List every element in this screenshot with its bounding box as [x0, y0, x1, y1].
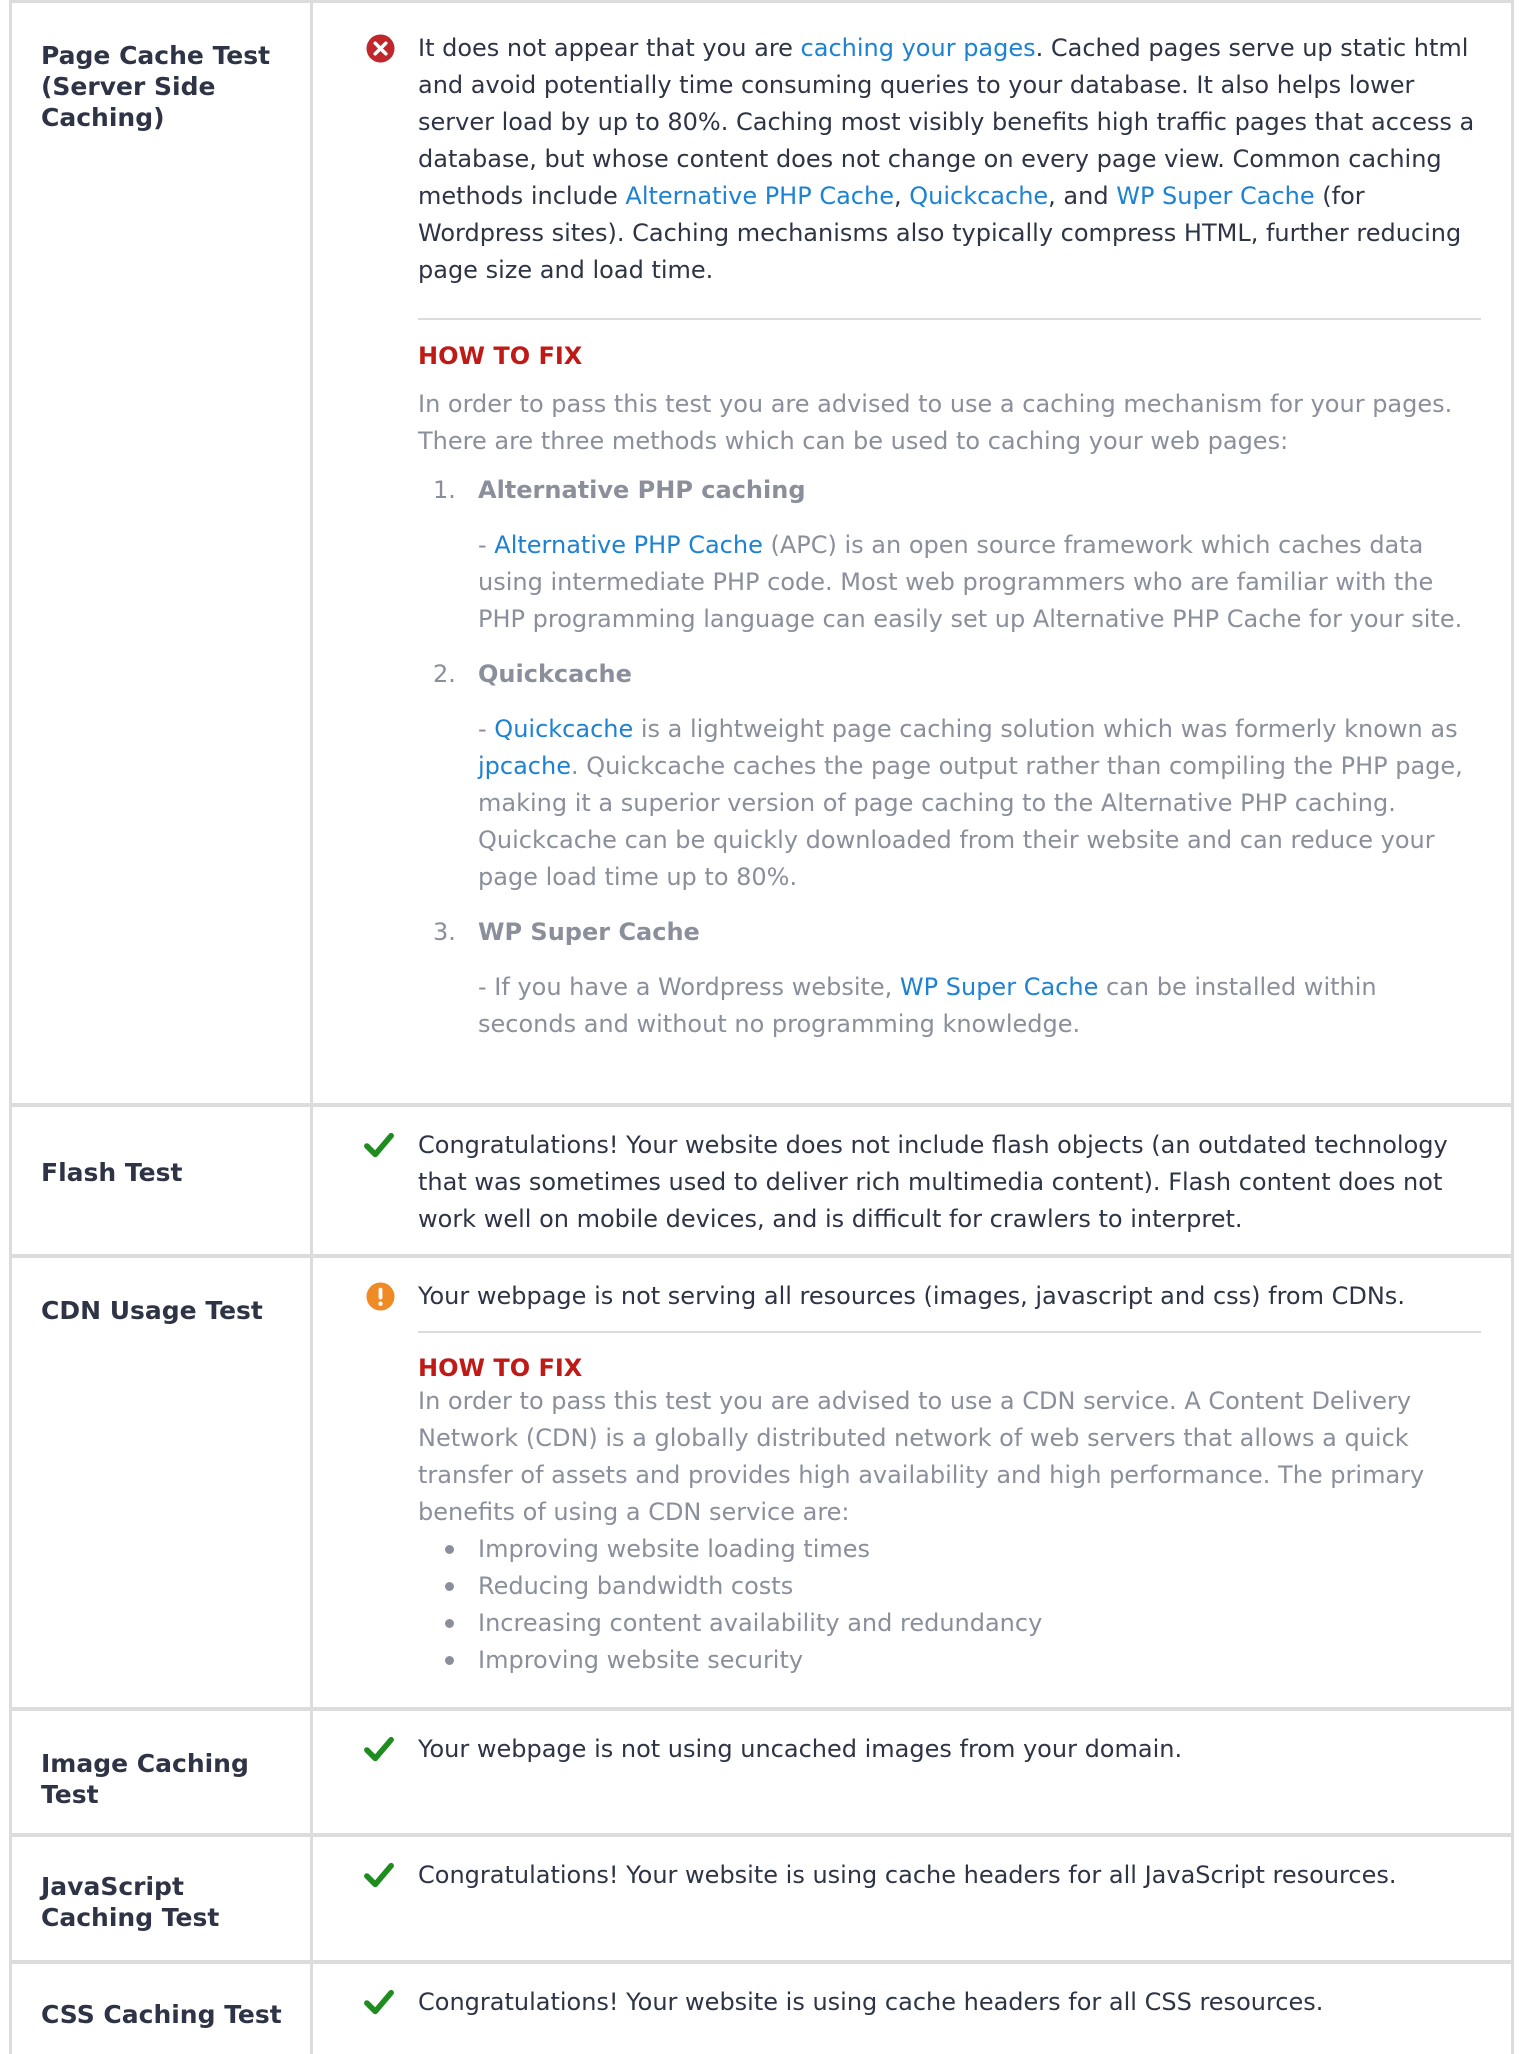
row-content-image-caching: Your webpage is not using uncached image…: [313, 1711, 1511, 1833]
seo-report-table: Page Cache Test (Server Side Caching) It…: [9, 0, 1514, 2054]
exclamation-circle-icon: [366, 1282, 395, 1311]
row-label-text: Page Cache Test (Server Side Caching): [41, 41, 271, 132]
row-label-flash: Flash Test: [12, 1107, 313, 1254]
result-message: Congratulations! Your website is using c…: [339, 1984, 1481, 2021]
result-message: It does not appear that you are caching …: [339, 30, 1481, 289]
row-label-image-caching: Image Caching Test: [12, 1711, 313, 1833]
report-row-image-caching: Image Caching Test Your webpage is not u…: [12, 1711, 1511, 1837]
report-row-flash: Flash Test Congratulations! Your website…: [12, 1107, 1511, 1258]
result-message: Congratulations! Your website does not i…: [339, 1127, 1481, 1238]
message-text: Congratulations! Your website is using c…: [418, 1861, 1397, 1889]
how-to-fix-intro: In order to pass this test you are advis…: [418, 1387, 1425, 1526]
caching-your-pages-link[interactable]: caching your pages: [801, 34, 1036, 62]
message-text: Your webpage is not using uncached image…: [418, 1735, 1183, 1763]
how-to-fix-heading: HOW TO FIX: [418, 1354, 583, 1382]
row-label-css-caching: CSS Caching Test: [12, 1964, 313, 2054]
list-item-text: Improving website loading times: [478, 1535, 871, 1563]
list-item-text: Increasing content availability and redu…: [478, 1609, 1043, 1637]
how-to-fix-heading: HOW TO FIX: [418, 342, 583, 370]
row-label-text: JavaScript Caching Test: [41, 1872, 220, 1932]
message-text: Your webpage is not serving all resource…: [418, 1282, 1405, 1310]
method-title: Alternative PHP caching: [478, 476, 806, 504]
fix-method-2: 2. Quickcache - Quickcache is a lightwei…: [433, 656, 1481, 896]
method-text: . Quickcache caches the page output rath…: [478, 752, 1463, 891]
check-icon: [364, 1736, 394, 1762]
message-text: Congratulations! Your website is using c…: [418, 1988, 1324, 2016]
row-content-javascript-caching: Congratulations! Your website is using c…: [313, 1837, 1511, 1960]
quickcache-link[interactable]: Quickcache: [909, 182, 1048, 210]
method-text: -: [478, 531, 495, 559]
message-text: It does not appear that you are: [418, 34, 801, 62]
check-icon: [364, 1132, 394, 1158]
message-text: Congratulations! Your website does not i…: [418, 1131, 1448, 1233]
message-text: ,: [893, 182, 910, 210]
row-label-cdn: CDN Usage Test: [12, 1258, 313, 1707]
row-label-text: CSS Caching Test: [41, 2000, 282, 2029]
row-label-text: Flash Test: [41, 1158, 183, 1187]
method-text: -: [478, 715, 495, 743]
how-to-fix-intro: In order to pass this test you are advis…: [418, 390, 1453, 455]
row-content-page-cache: It does not appear that you are caching …: [313, 3, 1511, 1103]
method-description: - If you have a Wordpress website, WP Su…: [478, 969, 1481, 1043]
quickcache-link[interactable]: Quickcache: [494, 715, 633, 743]
message-text: , and: [1048, 182, 1117, 210]
wp-super-cache-link[interactable]: WP Super Cache: [1116, 182, 1314, 210]
divider: [418, 318, 1481, 320]
list-item: Improving website security: [445, 1642, 1481, 1679]
jpcache-link[interactable]: jpcache: [478, 752, 571, 780]
row-label-text: Image Caching Test: [41, 1749, 249, 1809]
method-text: is a lightweight page caching solution w…: [633, 715, 1458, 743]
divider: [418, 1331, 1481, 1333]
alternative-php-cache-link[interactable]: Alternative PHP Cache: [625, 182, 894, 210]
benefits-list: Improving website loading times Reducing…: [445, 1531, 1481, 1679]
method-title: Quickcache: [478, 660, 632, 688]
bullet-dot: [445, 1545, 454, 1554]
row-label-text: CDN Usage Test: [41, 1296, 263, 1325]
list-item-text: Reducing bandwidth costs: [478, 1572, 794, 1600]
list-item: Reducing bandwidth costs: [445, 1568, 1481, 1605]
method-description: - Quickcache is a lightweight page cachi…: [478, 711, 1481, 896]
report-row-javascript-caching: JavaScript Caching Test Congratulations!…: [12, 1837, 1511, 1964]
list-item: Improving website loading times: [445, 1531, 1481, 1568]
result-message: Congratulations! Your website is using c…: [339, 1857, 1481, 1894]
bullet-dot: [445, 1619, 454, 1628]
row-label-javascript-caching: JavaScript Caching Test: [12, 1837, 313, 1960]
check-icon: [364, 1989, 394, 2015]
method-title: WP Super Cache: [478, 918, 700, 946]
row-content-cdn: Your webpage is not serving all resource…: [313, 1258, 1511, 1707]
method-text: - If you have a Wordpress website,: [478, 973, 900, 1001]
bullet-dot: [445, 1582, 454, 1591]
list-item-text: Improving website security: [478, 1646, 804, 1674]
row-content-css-caching: Congratulations! Your website is using c…: [313, 1964, 1511, 2054]
method-number: 2.: [433, 660, 456, 688]
result-message: Your webpage is not using uncached image…: [339, 1731, 1481, 1768]
row-content-flash: Congratulations! Your website does not i…: [313, 1107, 1511, 1254]
method-number: 3.: [433, 918, 456, 946]
bullet-dot: [445, 1656, 454, 1665]
fix-method-3: 3. WP Super Cache - If you have a Wordpr…: [433, 914, 1481, 1043]
result-message: Your webpage is not serving all resource…: [339, 1278, 1481, 1315]
method-description: - Alternative PHP Cache (APC) is an open…: [478, 527, 1481, 638]
report-row-cdn: CDN Usage Test Your webpage is not servi…: [12, 1258, 1511, 1711]
check-icon: [364, 1862, 394, 1888]
wp-super-cache-link[interactable]: WP Super Cache: [900, 973, 1098, 1001]
report-row-page-cache: Page Cache Test (Server Side Caching) It…: [12, 0, 1511, 1107]
row-label-page-cache: Page Cache Test (Server Side Caching): [12, 3, 313, 1103]
report-row-css-caching: CSS Caching Test Congratulations! Your w…: [12, 1964, 1511, 2054]
alternative-php-cache-link[interactable]: Alternative PHP Cache: [494, 531, 763, 559]
method-number: 1.: [433, 476, 456, 504]
x-circle-icon: [366, 34, 395, 63]
fix-method-1: 1. Alternative PHP caching - Alternative…: [433, 472, 1481, 638]
list-item: Increasing content availability and redu…: [445, 1605, 1481, 1642]
